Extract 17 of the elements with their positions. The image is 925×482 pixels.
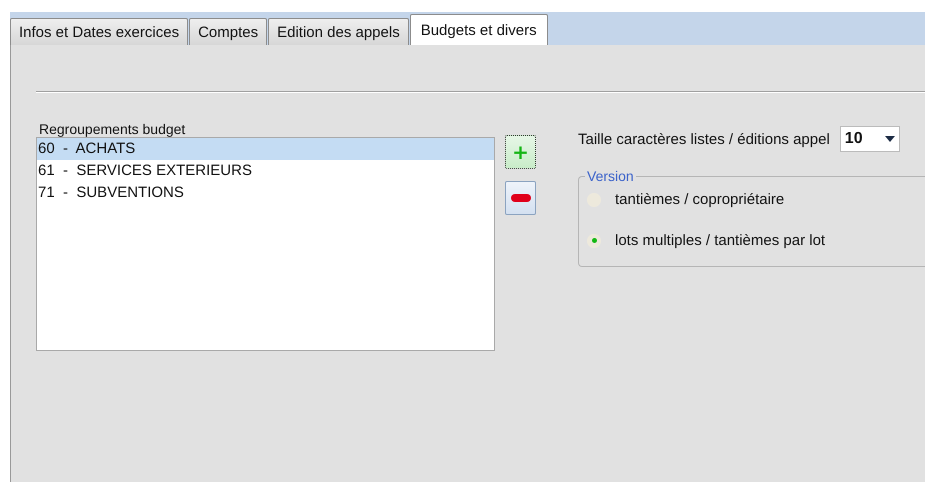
minus-icon <box>510 194 530 202</box>
group-legend: Version <box>585 168 636 184</box>
list-item[interactable]: 60 - ACHATS <box>37 138 494 160</box>
radio-button[interactable] <box>587 234 601 248</box>
font-size-dropdown[interactable]: 10 <box>840 126 900 152</box>
list-item[interactable]: 71 - SUBVENTIONS <box>37 182 494 204</box>
dropdown-arrow-icon <box>884 136 895 142</box>
font-size-label: Taille caractères listes / éditions appel <box>578 130 830 148</box>
remove-button[interactable] <box>505 181 536 215</box>
list-label: Regroupements budget <box>39 121 186 137</box>
tab[interactable]: Comptes <box>189 18 268 45</box>
radio-label[interactable]: lots multiples / tantièmes par lot <box>615 232 826 249</box>
list-item[interactable]: 61 - SERVICES EXTERIEURS <box>37 160 494 182</box>
tab[interactable]: Infos et Dates exercices <box>10 18 188 45</box>
tab[interactable]: Budgets et divers <box>410 14 548 45</box>
radio-label[interactable]: tantièmes / copropriétaire <box>615 191 784 208</box>
tab[interactable]: Edition des appels <box>268 18 409 45</box>
